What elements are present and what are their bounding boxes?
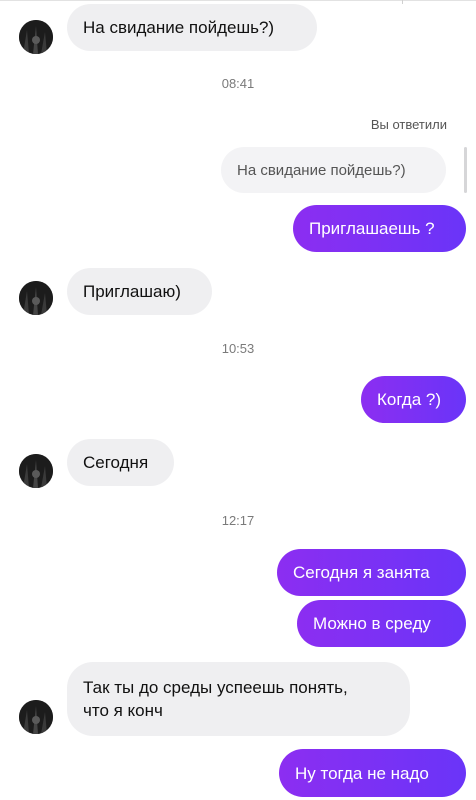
avatar-photo-icon: [19, 700, 53, 734]
avatar-photo-icon: [19, 281, 53, 315]
timestamp: 12:17: [221, 513, 255, 528]
quote-indicator: [464, 147, 467, 193]
contact-avatar[interactable]: [19, 281, 53, 315]
incoming-message[interactable]: Так ты до среды успеешь понять, что я ко…: [67, 662, 410, 736]
contact-avatar[interactable]: [19, 20, 53, 54]
chat-thread[interactable]: На свидание пойдешь?) 08:41 Вы ответили …: [0, 0, 476, 800]
contact-avatar[interactable]: [19, 700, 53, 734]
timestamp: 10:53: [221, 341, 255, 356]
incoming-message[interactable]: Приглашаю): [67, 268, 212, 315]
quoted-message[interactable]: На свидание пойдешь?): [221, 147, 446, 193]
outgoing-message[interactable]: Сегодня я занята: [277, 549, 466, 596]
incoming-message[interactable]: Сегодня: [67, 439, 174, 486]
avatar-photo-icon: [19, 20, 53, 54]
outgoing-message[interactable]: Приглашаешь ?: [293, 205, 466, 252]
timestamp: 08:41: [221, 76, 255, 91]
contact-avatar[interactable]: [19, 454, 53, 488]
outgoing-message[interactable]: Когда ?): [361, 376, 466, 423]
outgoing-message[interactable]: Можно в среду: [297, 600, 466, 647]
avatar-photo-icon: [19, 454, 53, 488]
outgoing-message[interactable]: Ну тогда не надо: [279, 749, 466, 797]
incoming-message[interactable]: На свидание пойдешь?): [67, 4, 317, 51]
reply-label: Вы ответили: [370, 117, 447, 132]
header-edge: [402, 0, 409, 4]
